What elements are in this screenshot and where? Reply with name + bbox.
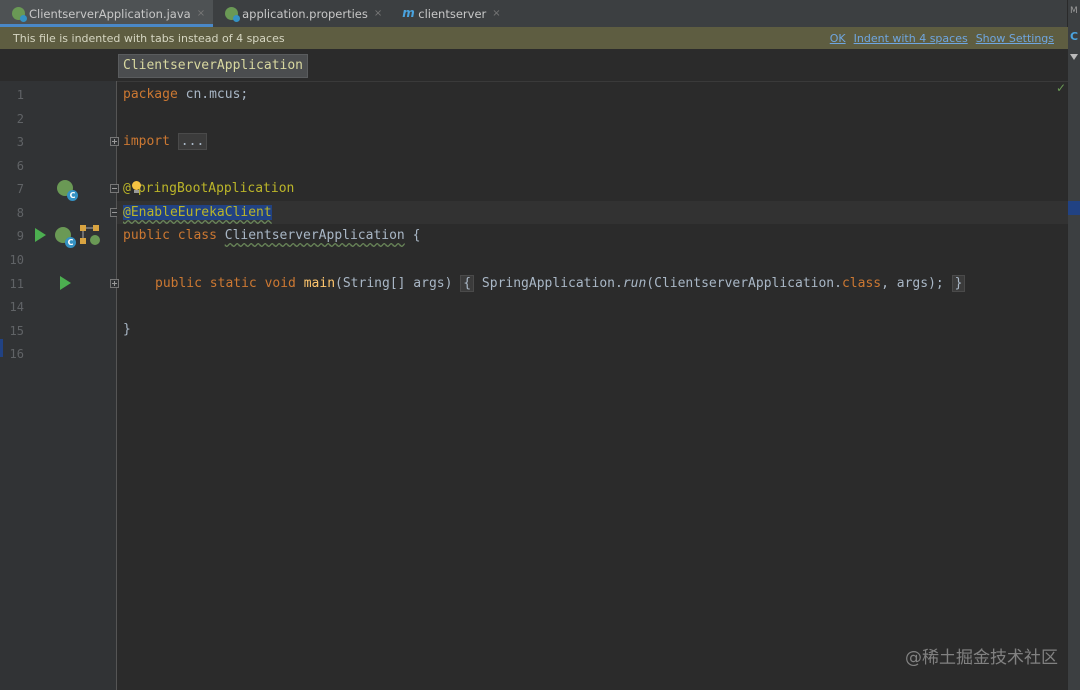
code-line-3: import ...	[123, 131, 208, 153]
code-editor[interactable]: package cn.mcus; import ... @ pringBootAp…	[117, 81, 1068, 690]
tab-clientserver-pom[interactable]: m clientserver ×	[390, 0, 508, 27]
folded-brace[interactable]: {	[460, 275, 475, 292]
dropdown-arrow-icon[interactable]	[1070, 54, 1078, 60]
folded-imports[interactable]: ...	[177, 133, 208, 150]
annotation: pringBootApplication	[137, 181, 295, 196]
line-number: 14	[9, 300, 24, 314]
keyword: class	[841, 276, 882, 291]
line-number: 2	[16, 112, 24, 126]
tab-clientserver-application-java[interactable]: ClientserverApplication.java ×	[0, 0, 214, 27]
show-settings-link[interactable]: Show Settings	[976, 32, 1054, 45]
tab-application-properties[interactable]: application.properties ×	[213, 0, 390, 27]
indent-notification-bar: This file is indented with tabs instead …	[0, 27, 1068, 49]
line-number: 3	[16, 135, 24, 149]
editor-tab-bar: ClientserverApplication.java × applicati…	[0, 0, 1068, 28]
run-icon[interactable]	[60, 276, 71, 290]
editor-gutter: 1 2 3 6 7 8 9 10 11 14 15 16	[0, 81, 119, 690]
scrollbar-marker[interactable]	[1068, 201, 1080, 215]
close-icon[interactable]: ×	[374, 8, 382, 19]
watermark: @稀土掘金技术社区	[905, 648, 1058, 668]
code-line-1: package cn.mcus;	[123, 84, 248, 106]
close-icon[interactable]: ×	[197, 8, 205, 19]
code-text: , args);	[881, 276, 944, 291]
class-tool-icon[interactable]: C	[1070, 30, 1078, 43]
line-number: 10	[9, 253, 24, 267]
lightbulb-icon[interactable]	[131, 181, 142, 194]
line-number: 15	[9, 324, 24, 338]
close-icon[interactable]: ×	[492, 8, 500, 19]
spring-properties-icon	[225, 7, 241, 22]
ok-link[interactable]: OK	[830, 32, 846, 45]
keyword: package	[123, 87, 178, 102]
line-number: 11	[9, 277, 24, 291]
folded-brace[interactable]: }	[951, 275, 966, 292]
code-text: (ClientserverApplication.	[646, 276, 842, 291]
code-line-11: public static void main(String[] args) {…	[155, 273, 966, 295]
keyword: public static void	[155, 276, 304, 291]
maven-icon: m	[402, 6, 415, 20]
tab-label: clientserver	[418, 6, 487, 21]
annotation: @	[123, 181, 131, 196]
code-line-15: }	[123, 319, 131, 341]
diagram-icon[interactable]	[80, 225, 100, 245]
right-tool-strip: M C	[1067, 0, 1080, 690]
code-line-9: public class ClientserverApplication {	[123, 225, 420, 247]
code-text: }	[123, 322, 131, 337]
selected-annotation: @EnableEurekaClient	[123, 205, 272, 220]
keyword: import	[123, 134, 170, 149]
line-number: 7	[16, 182, 24, 196]
tab-label: ClientserverApplication.java	[29, 6, 191, 21]
tab-label: application.properties	[242, 6, 368, 21]
line-number: 6	[16, 159, 24, 173]
code-text: (String[] args)	[335, 276, 453, 291]
breadcrumb[interactable]: ClientserverApplication	[118, 54, 309, 78]
code-line-7: @ pringBootApplication	[123, 178, 294, 200]
code-text: {	[404, 228, 421, 243]
spring-class-icon	[12, 7, 27, 22]
method-name: main	[303, 276, 336, 291]
code-line-8: @EnableEurekaClient	[123, 202, 272, 224]
spring-bean-icon[interactable]	[57, 180, 78, 201]
indent-with-spaces-link[interactable]: Indent with 4 spaces	[854, 32, 968, 45]
line-number: 9	[16, 229, 24, 243]
maven-tool-window-label[interactable]: M	[1070, 6, 1078, 16]
inspection-ok-icon[interactable]: ✓	[1056, 82, 1066, 94]
notification-actions: OK Indent with 4 spaces Show Settings	[830, 27, 1054, 49]
keyword: public class	[123, 228, 225, 243]
run-icon[interactable]	[35, 228, 46, 242]
code-text: cn.mcus;	[177, 87, 249, 102]
breadcrumb-bar: ClientserverApplication	[0, 49, 1068, 82]
class-name: ClientserverApplication	[224, 228, 405, 243]
notification-message: This file is indented with tabs instead …	[13, 31, 285, 45]
line-number: 8	[16, 206, 24, 220]
line-number: 1	[16, 88, 24, 102]
line-number: 16	[9, 347, 24, 361]
code-text: SpringApplication.	[481, 276, 623, 291]
spring-bean-icon[interactable]	[55, 227, 76, 248]
static-method: run	[622, 276, 647, 291]
